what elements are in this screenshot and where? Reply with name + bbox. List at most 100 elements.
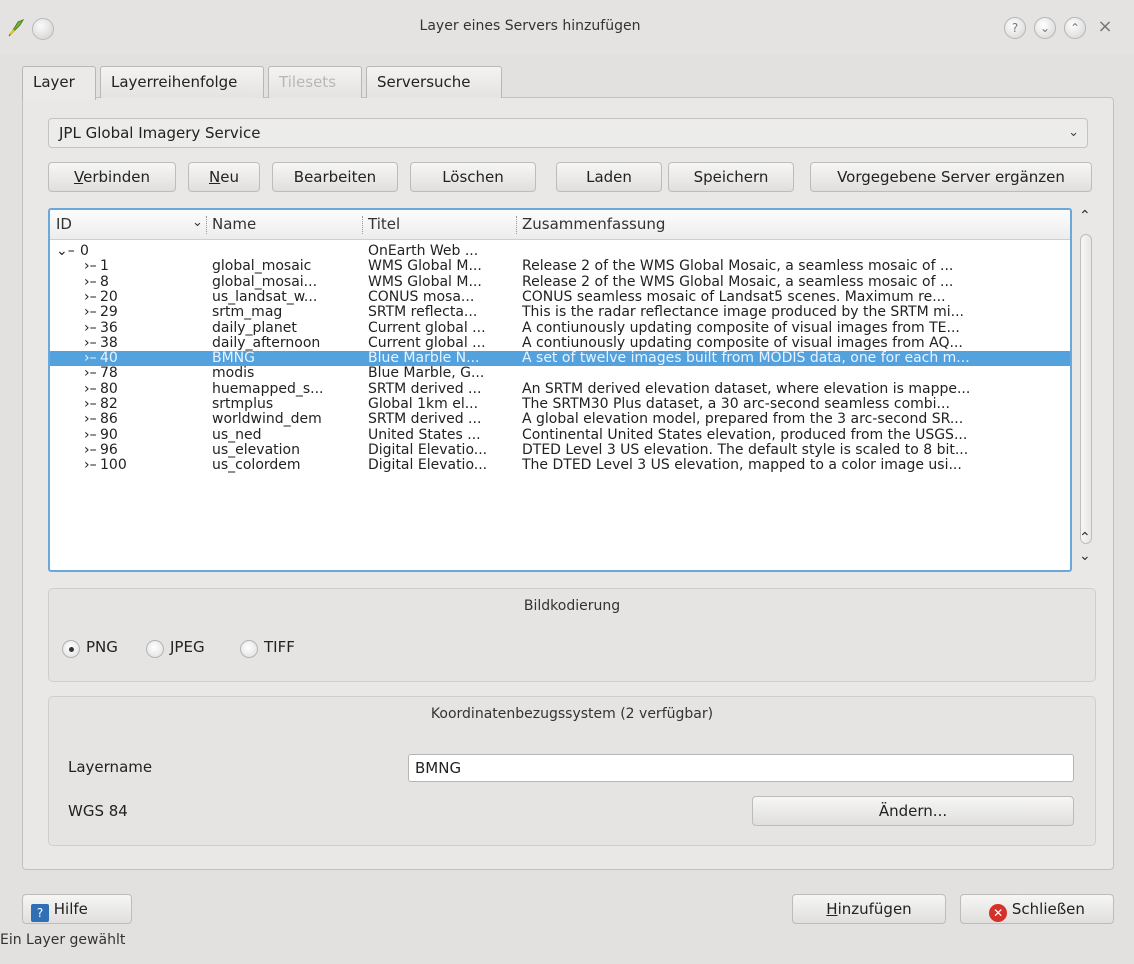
close-icon: × (1097, 16, 1113, 37)
tree-row-root[interactable]: ⌄– 0 OnEarth Web ... (50, 244, 1070, 259)
connect-button[interactable]: Verbinden (48, 162, 176, 192)
close-window-button[interactable]: × (1094, 17, 1116, 39)
row-title: SRTM derived ... (368, 381, 482, 397)
row-summary: The DTED Level 3 US elevation, mapped to… (522, 458, 962, 474)
row-name: huemapped_s... (212, 381, 324, 397)
status-text: Ein Layer gewählt (0, 932, 126, 948)
add-mnemonic: H (826, 900, 838, 918)
tree-row[interactable]: ›– 82 srtmplus Global 1km el... The SRTM30 P… (50, 397, 1070, 412)
tree-row[interactable]: ›– 80 huemapped_s... SRTM derived ... An SRT… (50, 382, 1070, 397)
layer-tree[interactable]: ID ⌄ Name Titel Zusammenfassung ⌄– 0 OnE… (48, 208, 1072, 572)
server-select[interactable]: JPL Global Imagery Service ⌄ (48, 118, 1088, 148)
row-id: 86 (100, 412, 118, 428)
tree-row[interactable]: ›– 100 us_colordem Digital Elevatio... The D… (50, 458, 1070, 473)
row-summary: CONUS seamless mosaic of Landsat5 scenes… (522, 289, 946, 305)
radio-jpeg[interactable] (146, 640, 164, 658)
row-title: WMS Global M... (368, 259, 482, 275)
row-summary: Continental United States elevation, pro… (522, 427, 968, 443)
tree-row[interactable]: ›– 29 srtm_mag SRTM reflecta... This is the … (50, 305, 1070, 320)
tree-row[interactable]: ›– 96 us_elevation Digital Elevatio... DTED … (50, 443, 1070, 458)
scroll-thumb[interactable] (1080, 234, 1092, 544)
tab-layer-order[interactable]: Layerreihenfolge (100, 66, 264, 98)
row-title: SRTM reflecta... (368, 305, 478, 321)
row-title: Digital Elevatio... (368, 458, 488, 474)
load-button[interactable]: Laden (556, 162, 662, 192)
row-title: SRTM derived ... (368, 412, 482, 428)
row-summary: Release 2 of the WMS Global Mosaic, a se… (522, 274, 954, 290)
tree-row[interactable]: ›– 20 us_landsat_w... CONUS mosa... CONUS se… (50, 290, 1070, 305)
row-title: Current global ... (368, 335, 486, 351)
scroll-down-icon[interactable]: ⌄ (1079, 548, 1091, 564)
add-button[interactable]: Hinzufügen (792, 894, 946, 924)
row-name: global_mosaic (212, 259, 312, 275)
help-title-button[interactable]: ? (1004, 17, 1026, 39)
row-summary: A global elevation model, prepared from … (522, 412, 964, 428)
scroll-up-icon[interactable]: ⌃ (1079, 530, 1091, 546)
close-label: Schließen (1011, 900, 1085, 918)
scroll-up-icon[interactable]: ⌃ (1079, 208, 1091, 224)
new-label: eu (220, 168, 239, 186)
row-name: daily_afternoon (212, 335, 321, 351)
row-title: Digital Elevatio... (368, 442, 488, 458)
row-title: OnEarth Web ... (368, 244, 479, 259)
row-name: us_elevation (212, 442, 300, 458)
layername-label: Layername (68, 758, 153, 776)
radio-png-label[interactable]: PNG (86, 638, 118, 656)
row-id: 80 (100, 381, 118, 397)
row-title: Blue Marble N... (368, 351, 480, 367)
row-name: us_colordem (212, 458, 301, 474)
tab-server-search[interactable]: Serversuche (366, 66, 502, 98)
close-button[interactable]: ✕ Schließen (960, 894, 1114, 924)
row-title: CONUS mosa... (368, 289, 475, 305)
tree-row[interactable]: ›– 40 BMNG Blue Marble N... A set of twelve … (50, 351, 1070, 367)
tree-row[interactable]: ›– 38 daily_afternoon Current global ... A c… (50, 336, 1070, 351)
tree-row[interactable]: ›– 78 modis Blue Marble, G... (50, 366, 1070, 381)
radio-png[interactable] (62, 640, 80, 658)
tree-row[interactable]: ›– 36 daily_planet Current global ... A cont… (50, 321, 1070, 336)
tab-tilesets: Tilesets (268, 66, 362, 98)
tree-row[interactable]: ›– 86 worldwind_dem SRTM derived ... A globa… (50, 412, 1070, 427)
connect-label: erbinden (83, 168, 150, 186)
help-label: Hilfe (53, 900, 88, 918)
tree-row[interactable]: ›– 1 global_mosaic WMS Global M... Release 2… (50, 259, 1070, 274)
save-button[interactable]: Speichern (668, 162, 794, 192)
question-icon: ? (1011, 21, 1019, 35)
column-name[interactable]: Name (212, 215, 256, 233)
edit-button[interactable]: Bearbeiten (272, 162, 398, 192)
row-name: srtm_mag (212, 305, 283, 321)
column-id[interactable]: ID (56, 215, 72, 233)
row-summary: DTED Level 3 US elevation. The default s… (522, 442, 969, 458)
row-id: 20 (100, 289, 118, 305)
row-title: Current global ... (368, 320, 486, 336)
radio-tiff-label[interactable]: TIFF (264, 638, 295, 656)
radio-jpeg-label[interactable]: JPEG (170, 638, 205, 656)
row-id: 1 (100, 259, 109, 275)
new-button[interactable]: Neu (188, 162, 260, 192)
tree-row[interactable]: ›– 8 global_mosai... WMS Global M... Release… (50, 275, 1070, 290)
delete-button[interactable]: Löschen (410, 162, 536, 192)
crs-label: WGS 84 (68, 802, 128, 820)
tab-layer[interactable]: Layer (22, 66, 96, 100)
row-summary: An SRTM derived elevation dataset, where… (522, 381, 971, 397)
tree-scrollbar[interactable]: ⌃ ⌃ ⌄ (1074, 208, 1098, 572)
column-separator (516, 216, 517, 234)
change-crs-button[interactable]: Ändern... (752, 796, 1074, 826)
maximize-button[interactable]: ⌃ (1064, 17, 1086, 39)
help-button[interactable]: ? Hilfe (22, 894, 132, 924)
add-default-servers-button[interactable]: Vorgegebene Server ergänzen (810, 162, 1092, 192)
minimize-button[interactable]: ⌄ (1034, 17, 1056, 39)
row-id: 100 (100, 458, 127, 474)
layername-input[interactable]: BMNG (408, 754, 1074, 782)
row-title: Global 1km el... (368, 397, 479, 412)
row-name: daily_planet (212, 320, 297, 336)
row-id: 82 (100, 397, 118, 412)
new-mnemonic: N (209, 168, 221, 186)
column-separator (206, 216, 207, 234)
column-summary[interactable]: Zusammenfassung (522, 215, 665, 233)
tree-row[interactable]: ›– 90 us_ned United States ... Continental U… (50, 428, 1070, 443)
column-title[interactable]: Titel (368, 215, 400, 233)
row-id: 40 (100, 351, 118, 367)
row-summary: A set of twelve images built from MODIS … (522, 351, 970, 367)
tree-body: ⌄– 0 OnEarth Web ... ›– 1 global_mosaic WMS… (50, 244, 1070, 570)
radio-tiff[interactable] (240, 640, 258, 658)
